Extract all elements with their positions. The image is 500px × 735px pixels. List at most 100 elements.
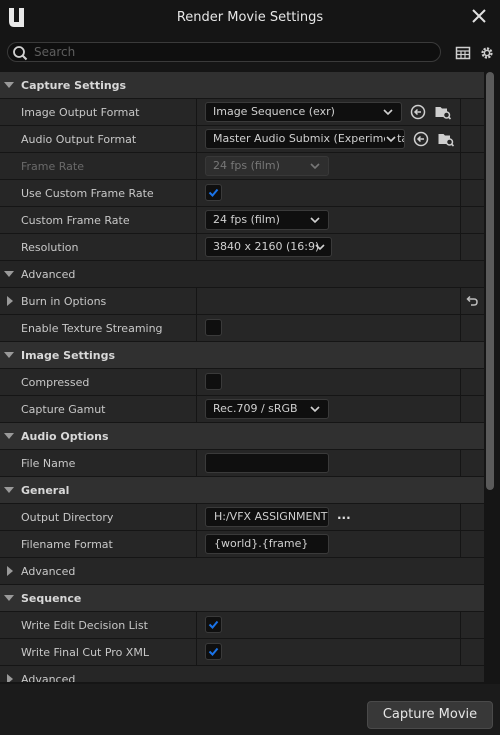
property-label: Capture Gamut	[21, 403, 106, 416]
file-name-input[interactable]	[205, 453, 329, 473]
write-edit-decision-list-checkbox[interactable]	[205, 616, 222, 633]
filename-format-input[interactable]: {world}.{frame}	[205, 534, 329, 554]
property-use-custom-frame-rate: Use Custom Frame Rate	[0, 180, 484, 207]
settings-gear-icon[interactable]	[479, 45, 495, 61]
dropdown-value: 24 fps (film)	[213, 159, 280, 172]
category-label: Capture Settings	[21, 79, 127, 92]
expand-arrow-icon[interactable]	[4, 82, 14, 88]
property-label: Write Edit Decision List	[21, 619, 148, 632]
write-final-cut-pro-xml-checkbox[interactable]	[205, 643, 222, 660]
table-view-icon[interactable]	[455, 45, 471, 61]
search-row	[0, 38, 500, 68]
property-audio-output-format: Audio Output Format Master Audio Submix …	[0, 126, 484, 153]
search-icon	[13, 46, 28, 61]
resolution-dropdown[interactable]: 3840 x 2160 (16:9)	[205, 237, 332, 257]
property-label: Audio Output Format	[21, 133, 137, 146]
dropdown-value: Image Sequence (exr)	[213, 105, 335, 118]
property-custom-frame-rate: Custom Frame Rate 24 fps (film)	[0, 207, 484, 234]
property-enable-texture-streaming: Enable Texture Streaming	[0, 315, 484, 342]
property-file-name: File Name	[0, 450, 484, 477]
use-custom-frame-rate-checkbox[interactable]	[205, 184, 222, 201]
property-label: Resolution	[21, 241, 79, 254]
close-icon[interactable]	[470, 7, 488, 25]
capture-gamut-dropdown[interactable]: Rec.709 / sRGB	[205, 399, 329, 419]
enable-texture-streaming-checkbox[interactable]	[205, 319, 222, 336]
property-label: Use Custom Frame Rate	[21, 187, 154, 200]
dropdown-value: 24 fps (film)	[213, 213, 280, 226]
chevron-down-icon	[310, 406, 320, 413]
chevron-down-icon	[310, 163, 320, 170]
category-label: Image Settings	[21, 349, 116, 362]
checkmark-icon	[208, 620, 219, 629]
frame-rate-dropdown: 24 fps (film)	[205, 156, 329, 176]
property-label: Filename Format	[21, 538, 113, 551]
expand-arrow-icon[interactable]	[4, 595, 14, 601]
property-label: File Name	[21, 457, 76, 470]
browse-folder-icon[interactable]	[437, 130, 455, 148]
property-label: Custom Frame Rate	[21, 214, 130, 227]
section-burn-in-options[interactable]: Burn in Options	[0, 288, 484, 315]
category-audio-options[interactable]: Audio Options	[0, 423, 484, 450]
category-image-settings[interactable]: Image Settings	[0, 342, 484, 369]
search-box[interactable]	[7, 42, 441, 62]
property-label: Output Directory	[21, 511, 114, 524]
property-label: Write Final Cut Pro XML	[21, 646, 149, 659]
section-advanced-sequence[interactable]: Advanced	[0, 666, 484, 682]
chevron-down-icon	[383, 109, 393, 116]
dropdown-value: 3840 x 2160 (16:9)	[213, 240, 320, 253]
property-label: Frame Rate	[21, 160, 84, 173]
section-label: Advanced	[21, 268, 76, 281]
audio-output-format-dropdown[interactable]: Master Audio Submix (Experimental)	[205, 129, 405, 149]
reset-to-default-icon[interactable]	[463, 292, 481, 310]
property-resolution: Resolution 3840 x 2160 (16:9)	[0, 234, 484, 261]
category-label: General	[21, 484, 70, 497]
property-output-directory: Output Directory H:/VFX ASSIGNMENT ...	[0, 504, 484, 531]
section-advanced-general[interactable]: Advanced	[0, 558, 484, 585]
category-general[interactable]: General	[0, 477, 484, 504]
expand-arrow-icon[interactable]	[4, 433, 14, 439]
property-filename-format: Filename Format {world}.{frame}	[0, 531, 484, 558]
section-label: Burn in Options	[21, 295, 107, 308]
section-advanced[interactable]: Advanced	[0, 261, 484, 288]
custom-frame-rate-dropdown[interactable]: 24 fps (film)	[205, 210, 329, 230]
browse-folder-icon[interactable]	[434, 103, 452, 121]
chevron-down-icon	[385, 133, 397, 145]
checkmark-icon	[208, 188, 219, 197]
chevron-down-icon	[310, 217, 320, 224]
dropdown-value: Master Audio Submix (Experimental)	[213, 132, 405, 145]
expand-arrow-icon[interactable]	[4, 352, 14, 358]
category-sequence[interactable]: Sequence	[0, 585, 484, 612]
dropdown-value: Rec.709 / sRGB	[213, 402, 298, 415]
image-output-format-dropdown[interactable]: Image Sequence (exr)	[205, 102, 402, 122]
use-selected-arrow-icon[interactable]	[409, 103, 427, 121]
category-label: Audio Options	[21, 430, 109, 443]
collapsed-arrow-icon[interactable]	[7, 566, 13, 576]
vertical-scrollbar[interactable]	[486, 72, 494, 490]
output-directory-input[interactable]: H:/VFX ASSIGNMENT	[205, 507, 329, 527]
property-compressed: Compressed	[0, 369, 484, 396]
section-label: Advanced	[21, 565, 76, 578]
property-label: Enable Texture Streaming	[21, 322, 163, 335]
category-capture-settings[interactable]: Capture Settings	[0, 72, 484, 99]
details-panel: Capture Settings Image Output Format Ima…	[0, 72, 484, 682]
browse-directory-button[interactable]: ...	[337, 508, 351, 522]
chevron-down-icon	[315, 244, 325, 251]
window-title: Render Movie Settings	[176, 10, 324, 25]
property-image-output-format: Image Output Format Image Sequence (exr)	[0, 99, 484, 126]
capture-movie-button[interactable]: Capture Movie	[367, 701, 493, 729]
collapsed-arrow-icon[interactable]	[7, 674, 13, 682]
collapsed-arrow-icon[interactable]	[7, 296, 13, 306]
compressed-checkbox[interactable]	[205, 373, 222, 390]
checkmark-icon	[208, 647, 219, 656]
property-label: Compressed	[21, 376, 90, 389]
property-frame-rate: Frame Rate 24 fps (film)	[0, 153, 484, 180]
category-label: Sequence	[21, 592, 82, 605]
property-label: Image Output Format	[21, 106, 140, 119]
expand-arrow-icon[interactable]	[4, 487, 14, 493]
expand-arrow-icon[interactable]	[4, 271, 14, 277]
search-input[interactable]	[34, 44, 424, 60]
property-write-edit-decision-list: Write Edit Decision List	[0, 612, 484, 639]
use-selected-arrow-icon[interactable]	[412, 130, 430, 148]
property-write-final-cut-pro-xml: Write Final Cut Pro XML	[0, 639, 484, 666]
title-bar: Render Movie Settings	[0, 0, 500, 35]
